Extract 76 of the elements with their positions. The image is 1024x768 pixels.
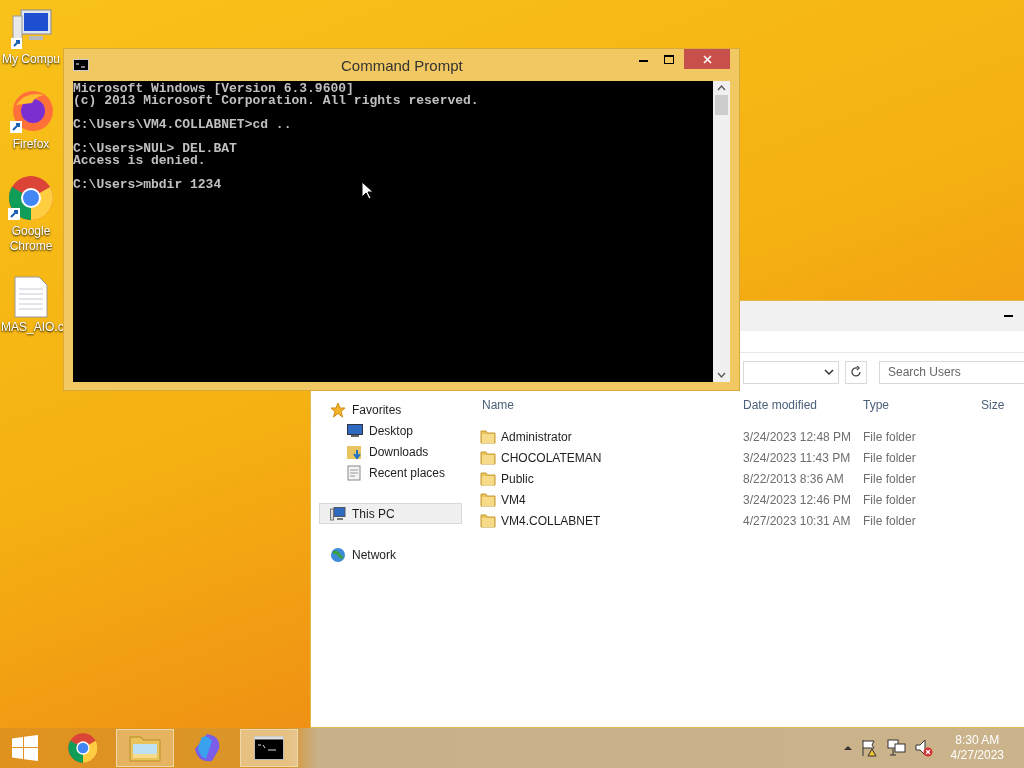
text-file-icon bbox=[14, 276, 48, 318]
nav-item[interactable]: Recent places bbox=[319, 462, 462, 483]
taskbar-app-button[interactable] bbox=[240, 729, 298, 767]
date-modified: 3/24/2023 11:43 PM bbox=[742, 449, 852, 467]
speaker-muted-icon[interactable] bbox=[914, 739, 933, 757]
console-line: C:\Users\VM4.COLLABNET>cd .. bbox=[73, 119, 292, 131]
console-line: Access is denied. bbox=[73, 155, 206, 167]
scroll-down-icon[interactable] bbox=[717, 372, 726, 378]
window-title: Command Prompt bbox=[341, 56, 463, 76]
console-line: C:\Users>mbdir 1234 bbox=[73, 179, 222, 191]
date-modified: 3/24/2023 12:46 PM bbox=[742, 491, 853, 509]
file-name[interactable]: CHOCOLATEMAN bbox=[501, 448, 602, 467]
folder-icon bbox=[480, 429, 496, 444]
column-header[interactable]: Size bbox=[979, 396, 1024, 414]
command-prompt-icon bbox=[254, 736, 284, 760]
scroll-thumb[interactable] bbox=[715, 95, 728, 115]
date-modified: 4/27/2023 10:31 AM bbox=[742, 512, 852, 530]
file-type: File folder bbox=[862, 512, 917, 530]
downloads-folder-icon bbox=[347, 443, 363, 460]
recent-places-icon bbox=[347, 464, 363, 481]
flag-warning-icon[interactable] bbox=[860, 739, 879, 757]
file-name[interactable]: Public bbox=[501, 469, 534, 488]
file-name[interactable]: Administrator bbox=[501, 427, 572, 446]
nav-label: Favorites bbox=[352, 401, 402, 419]
network-icon bbox=[330, 546, 346, 563]
nav-item[interactable]: Network bbox=[319, 544, 462, 565]
nav-label: Downloads bbox=[369, 443, 429, 461]
computer-icon bbox=[9, 8, 53, 50]
file-name[interactable]: VM4.COLLABNET bbox=[501, 511, 601, 530]
console-line: Microsoft Windows [Version 6.3.9600] bbox=[73, 83, 354, 95]
refresh-button[interactable] bbox=[845, 360, 867, 384]
scroll-up-icon[interactable] bbox=[717, 85, 726, 91]
file-type: File folder bbox=[862, 449, 917, 467]
mouse-pointer-icon bbox=[361, 181, 373, 200]
console-line: C:\Users>NUL> DEL.BAT bbox=[73, 143, 237, 155]
chevron-down-icon[interactable] bbox=[824, 368, 835, 376]
chevron-up-icon[interactable] bbox=[842, 745, 853, 751]
column-header[interactable]: Name bbox=[480, 396, 741, 414]
nav-item[interactable]: Favorites bbox=[319, 399, 462, 420]
maximize-icon bbox=[664, 54, 674, 64]
minimize-icon bbox=[638, 60, 648, 62]
column-header[interactable]: Type bbox=[861, 396, 979, 414]
network-warning-icon[interactable] bbox=[886, 739, 907, 757]
windows-logo-icon bbox=[12, 735, 38, 761]
desktop-icon bbox=[347, 424, 363, 437]
refresh-icon bbox=[850, 366, 863, 378]
date-modified: 8/22/2013 8:36 AM bbox=[742, 470, 845, 488]
nav-label: Recent places bbox=[369, 464, 446, 482]
nav-item[interactable]: Downloads bbox=[319, 441, 462, 462]
column-header[interactable]: Date modified bbox=[741, 396, 861, 414]
nav-label: Network bbox=[352, 546, 396, 564]
file-name[interactable]: VM4 bbox=[501, 490, 526, 509]
nav-label: This PC bbox=[352, 505, 395, 523]
scrollbar[interactable] bbox=[713, 81, 730, 382]
date-modified: 3/24/2023 12:48 PM bbox=[742, 428, 853, 446]
file-type: File folder bbox=[862, 428, 917, 446]
search-field[interactable]: Search Users bbox=[879, 360, 1024, 384]
command-prompt-icon bbox=[73, 59, 89, 71]
folder-icon bbox=[480, 513, 496, 528]
computer-icon bbox=[330, 506, 346, 521]
folder-icon bbox=[480, 471, 496, 486]
chrome-icon bbox=[7, 174, 55, 222]
firefox-icon bbox=[8, 89, 54, 135]
file-type: File folder bbox=[862, 491, 917, 509]
folder-icon bbox=[129, 734, 161, 762]
swirl-logo-icon bbox=[192, 733, 222, 763]
nav-label: Desktop bbox=[369, 422, 414, 440]
folder-icon bbox=[480, 450, 496, 465]
nav-item[interactable]: Desktop bbox=[319, 420, 462, 441]
nav-item[interactable]: This PC bbox=[319, 503, 462, 524]
close-icon bbox=[702, 54, 712, 64]
file-type: File folder bbox=[862, 470, 917, 488]
console-line: (c) 2013 Microsoft Corporation. All rights reserved. bbox=[73, 95, 479, 107]
folder-icon bbox=[480, 492, 496, 507]
chrome-icon bbox=[67, 732, 99, 764]
star-icon bbox=[330, 401, 346, 418]
